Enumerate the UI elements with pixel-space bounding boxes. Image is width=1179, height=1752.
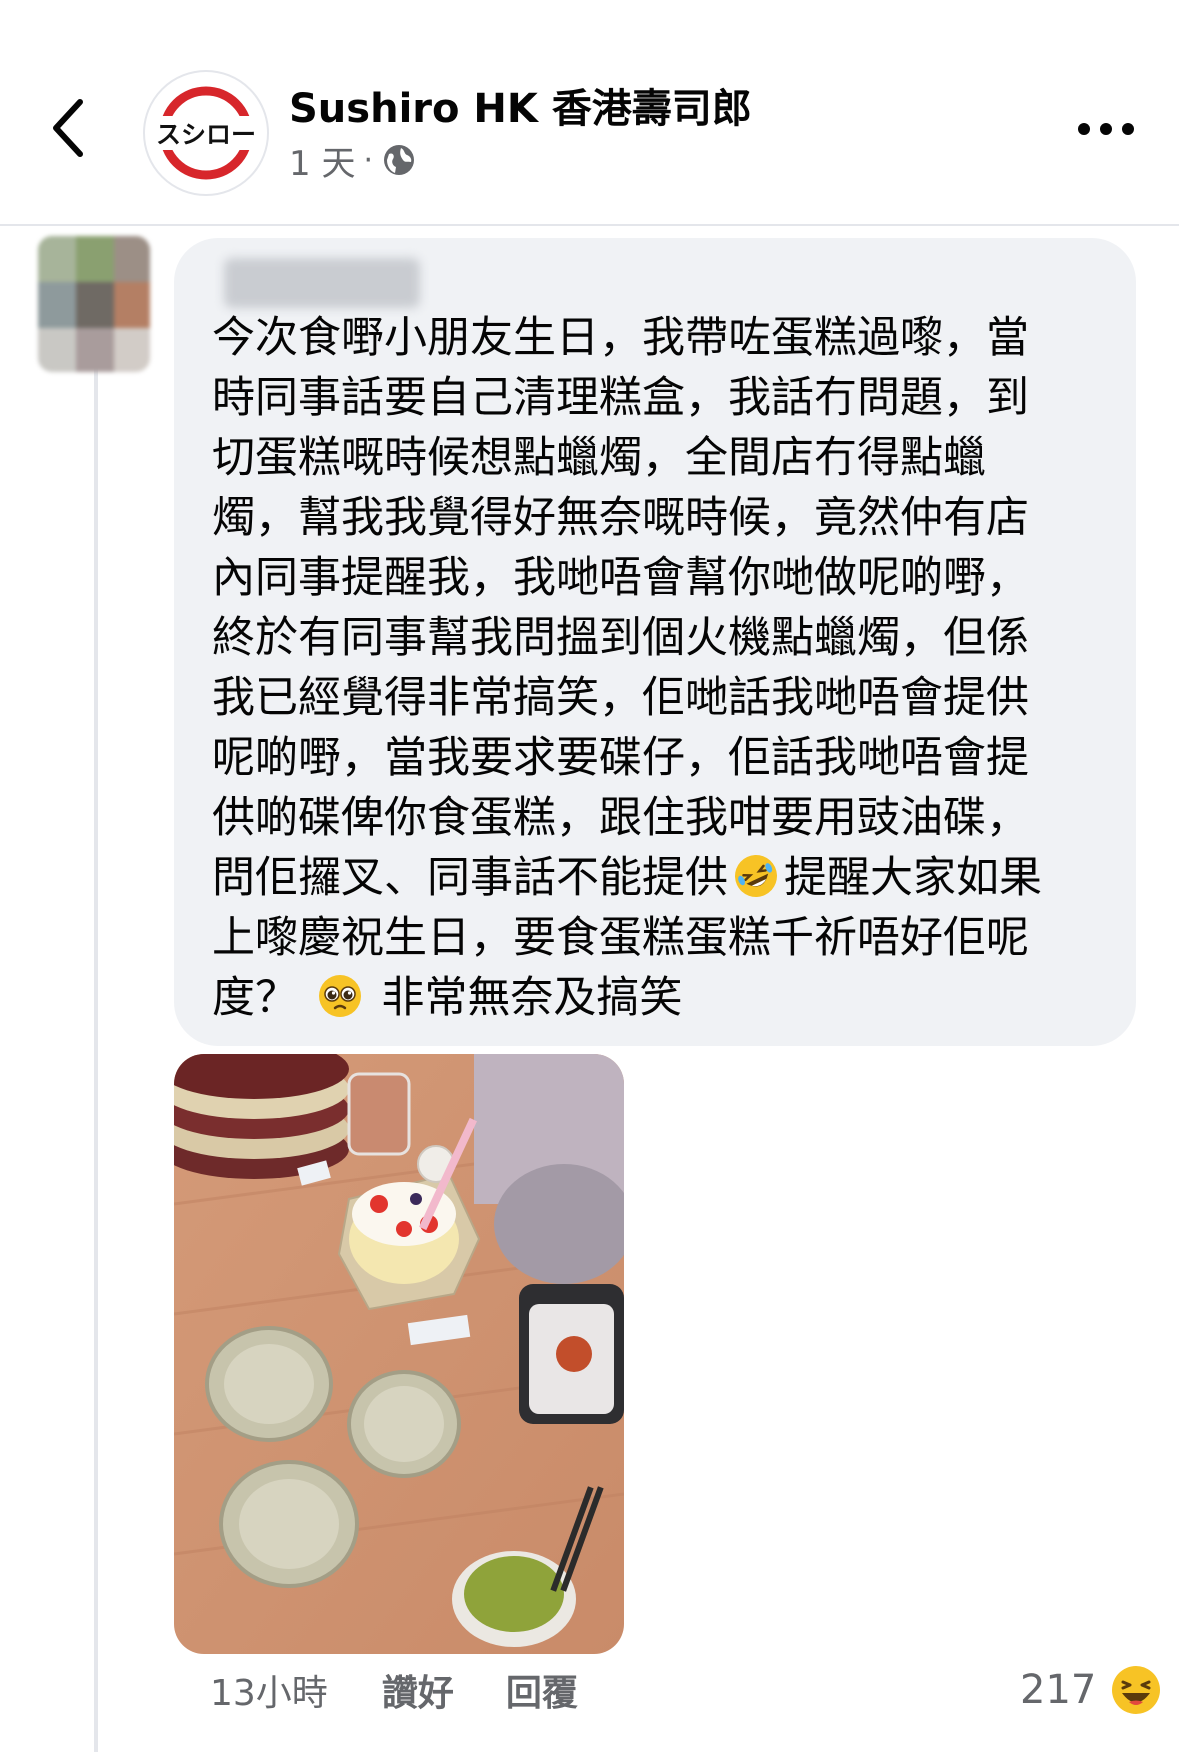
- reply-button[interactable]: 回覆: [506, 1664, 578, 1716]
- comment-line: 切蛋糕嘅時候想點蠟燭，全間店冇得點蠟: [212, 433, 986, 483]
- chevron-left-icon: [53, 99, 83, 157]
- pleading-face-emoji-icon: [318, 975, 361, 1017]
- comment-time[interactable]: 13小時: [210, 1664, 328, 1716]
- reaction-count[interactable]: 217: [1020, 1667, 1096, 1713]
- comment-line: 內同事提醒我，我哋唔會幫你哋做呢啲嘢，: [212, 553, 1029, 603]
- page-name[interactable]: Sushiro HK 香港壽司郎: [289, 76, 752, 134]
- post-header: スシロー Sushiro HK 香港壽司郎 1 天 ·: [0, 0, 1179, 226]
- rofl-emoji-icon: [735, 855, 777, 897]
- commenter-avatar[interactable]: [38, 236, 150, 372]
- comment-actions: 13小時 讚好 回覆: [210, 1665, 630, 1715]
- thread-line: [94, 360, 98, 1752]
- comment-line-with-emoji: 度？ 非常無奈及搞笑: [212, 968, 1112, 1028]
- back-button[interactable]: [40, 88, 100, 168]
- commenter-name[interactable]: [224, 258, 420, 308]
- comment-line: 呢啲嘢，當我要求要碟仔，佢話我哋唔會提: [212, 733, 1029, 783]
- comment-line-part: 問佢攞叉、同事話不能提供: [212, 853, 728, 903]
- meta-separator: ·: [363, 142, 373, 178]
- comment-line: 我已經覺得非常搞笑，佢哋話我哋唔會提供: [212, 673, 1029, 723]
- page-avatar[interactable]: スシロー: [143, 70, 269, 196]
- more-options-button[interactable]: [1074, 112, 1138, 146]
- comment-line-part: 非常無奈及搞笑: [381, 973, 683, 1023]
- logo-text: スシロー: [156, 120, 256, 149]
- like-button[interactable]: 讚好: [382, 1664, 454, 1716]
- globe-icon: [384, 145, 414, 175]
- comment-line-part: 度？: [212, 973, 298, 1023]
- more-dots-icon: [1078, 123, 1134, 135]
- comment-line: 供啲碟俾你食蛋糕，跟住我咁要用豉油碟，: [212, 793, 1029, 843]
- comment-line: 時同事話要自己清理糕盒，我話冇問題，到: [212, 373, 1029, 423]
- comment-line-part: 提醒大家如果: [784, 853, 1042, 903]
- comment-photo[interactable]: [174, 1054, 624, 1654]
- comment-line: 終於有同事幫我問搵到個火機點蠟燭，但係: [212, 613, 1029, 663]
- sushiro-logo: スシロー: [153, 86, 259, 180]
- comment-text: 今次食嘢小朋友生日，我帶咗蛋糕過嚟，當 時同事話要自己清理糕盒，我話冇問題，到 …: [212, 308, 1112, 1028]
- comment-line: 燭，幫我我覺得好無奈嘅時候，竟然仲有店: [212, 493, 1029, 543]
- haha-emoji-icon: [1112, 1666, 1161, 1714]
- post-time[interactable]: 1 天: [289, 136, 355, 185]
- reaction-summary[interactable]: 217: [1020, 1660, 1162, 1720]
- comment-line-with-emoji: 問佢攞叉、同事話不能提供 提醒大家如果: [212, 848, 1112, 908]
- post-meta: 1 天 ·: [289, 136, 417, 185]
- photo-cake-on-table: [174, 1054, 624, 1654]
- comment-line: 今次食嘢小朋友生日，我帶咗蛋糕過嚟，當: [212, 313, 1029, 363]
- comment-line: 上嚟慶祝生日，要食蛋糕蛋糕千祈唔好佢呢: [212, 913, 1029, 963]
